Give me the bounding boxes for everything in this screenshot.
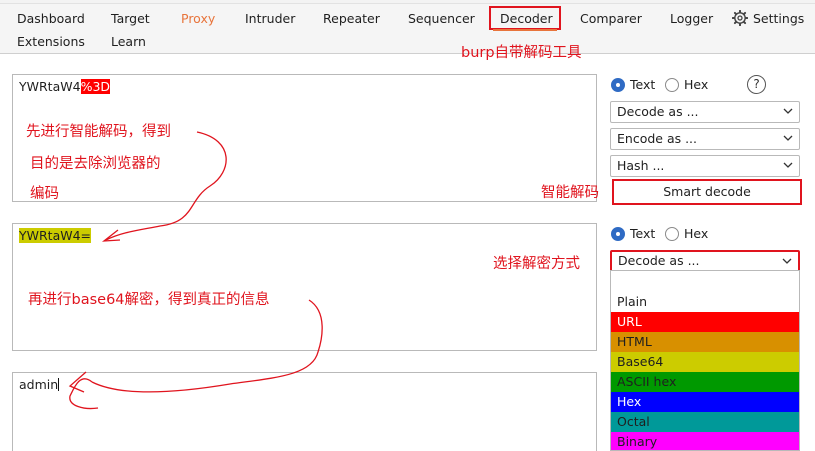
text-radio-label: Text [630,77,656,92]
chevron-down-icon [783,108,793,114]
tab-learn[interactable]: Learn [111,34,146,49]
text-cursor [58,378,60,391]
annotation-select-method: 选择解密方式 [493,256,580,272]
decode-as-select-2[interactable]: Decode as ... [610,250,800,272]
annotation-tool-note: burp自带解码工具 [461,45,582,61]
radio-selected-indicator [611,226,625,241]
hash-label: Hash ... [617,158,665,173]
input-text: YWRtaW4%3D [19,79,111,94]
annotation-step2: 再进行base64解密，得到真正的信息 [28,292,270,308]
radio-unselected-indicator [665,77,679,92]
annotation-smart-decode: 智能解码 [541,185,599,201]
tab-logger[interactable]: Logger [670,11,713,26]
chevron-down-icon [783,135,793,141]
annotation-step1-line2: 目的是去除浏览器的 [30,156,161,172]
dropdown-option[interactable]: Octal [611,412,799,432]
hex-radio-label: Hex [684,77,709,92]
active-tab-indicator [493,29,557,31]
decode-as-label: Decode as ... [617,104,699,119]
chevron-down-icon [782,258,792,264]
decode-as-label: Decode as ... [618,253,700,268]
decoded-text-highlight: YWRtaW4= [19,228,92,243]
text-radio-2[interactable]: Text [611,226,655,241]
tab-extensions[interactable]: Extensions [17,34,85,49]
text-radio-label: Text [630,226,656,241]
decode-as-dropdown-list: Plain URL HTML Base64 ASCII hex Hex Octal Binar… [610,270,800,451]
hex-radio-label: Hex [684,226,709,241]
tab-intruder[interactable]: Intruder [245,11,295,26]
annotation-step1-line3: 编码 [30,186,59,202]
radio-selected-indicator [611,77,625,92]
dropdown-option[interactable]: HTML [611,332,799,352]
output-text: admin [19,377,60,392]
dropdown-option[interactable]: Hex [611,392,799,412]
output-text-panel[interactable] [12,372,597,451]
dropdown-option[interactable]: URL [611,312,799,332]
decoded-text-panel[interactable] [12,223,597,351]
tab-target[interactable]: Target [111,11,150,26]
input-text-encoded-highlight: %3D [80,79,111,94]
help-icon[interactable]: ? [747,75,766,94]
tab-proxy[interactable]: Proxy [181,11,215,26]
tab-comparer[interactable]: Comparer [580,11,642,26]
gear-icon[interactable] [732,10,748,26]
annotation-step1-line1: 先进行智能解码，得到 [26,124,171,140]
dropdown-option[interactable]: Base64 [611,352,799,372]
tab-dashboard[interactable]: Dashboard [17,11,85,26]
text-radio-1[interactable]: Text [611,77,655,92]
hex-radio-1[interactable]: Hex [665,77,708,92]
dropdown-option[interactable]: Plain [611,292,799,312]
dropdown-option[interactable]: Binary [611,432,799,450]
tab-settings[interactable]: Settings [753,11,804,26]
smart-decode-button[interactable]: Smart decode [612,179,802,205]
decode-as-select-1[interactable]: Decode as ... [610,101,800,123]
encode-as-label: Encode as ... [617,131,698,146]
radio-unselected-indicator [665,226,679,241]
tab-sequencer[interactable]: Sequencer [408,11,475,26]
hex-radio-2[interactable]: Hex [665,226,708,241]
encode-as-select[interactable]: Encode as ... [610,128,800,150]
output-text-value: admin [19,377,59,392]
hash-select[interactable]: Hash ... [610,155,800,177]
dropdown-option[interactable]: ASCII hex [611,372,799,392]
tab-decoder[interactable]: Decoder [500,11,553,26]
input-text-plain: YWRtaW4 [19,79,81,94]
chevron-down-icon [783,162,793,168]
tab-repeater[interactable]: Repeater [323,11,380,26]
